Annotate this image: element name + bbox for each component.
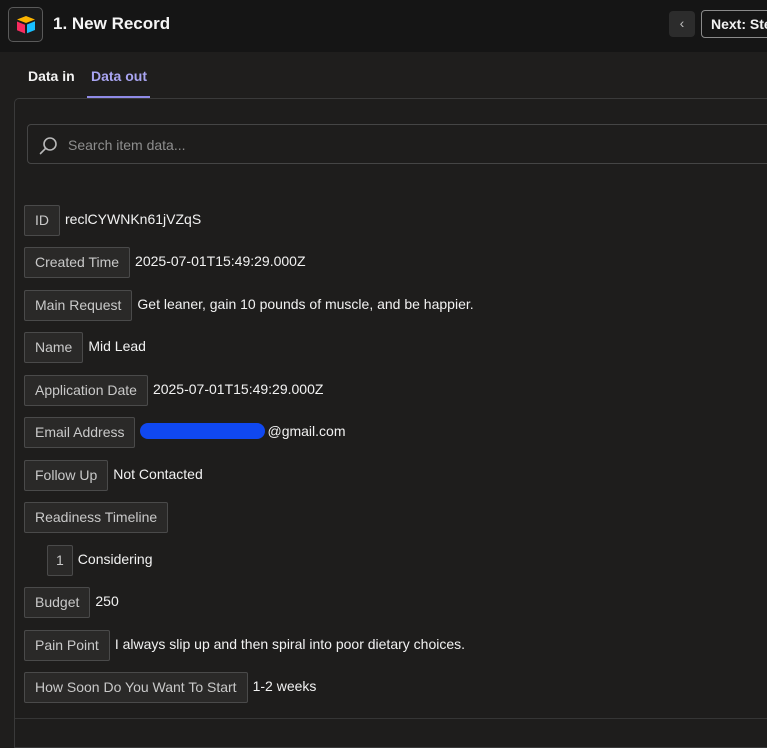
field-key[interactable]: Main Request [24, 290, 133, 321]
redaction-mark [140, 423, 266, 439]
field-row-application-date: Application Date 2025-07-01T15:49:29.000Z [24, 375, 323, 406]
field-value: 1-2 weeks [252, 678, 317, 694]
field-value: Mid Lead [88, 338, 146, 354]
field-key[interactable]: Application Date [24, 375, 148, 406]
email-domain: @gmail.com [267, 423, 346, 439]
field-key[interactable]: Email Address [24, 417, 136, 448]
field-key[interactable]: How Soon Do You Want To Start [24, 672, 248, 703]
field-row-id: ID reclCYWNKn61jVZqS [24, 205, 201, 236]
field-value: 250 [95, 593, 119, 609]
airtable-logo-icon [8, 7, 43, 42]
field-row-email-address: Email Address @gmail.com [24, 417, 346, 448]
field-value: reclCYWNKn61jVZqS [65, 211, 202, 227]
field-row-follow-up: Follow Up Not Contacted [24, 460, 203, 491]
next-step-button[interactable]: Next: Ste [701, 10, 767, 38]
field-value: 2025-07-01T15:49:29.000Z [135, 253, 306, 269]
field-key[interactable]: Readiness Timeline [24, 502, 169, 533]
field-row-created-time: Created Time 2025-07-01T15:49:29.000Z [24, 247, 306, 278]
field-row-budget: Budget 250 [24, 587, 119, 618]
field-key[interactable]: Created Time [24, 247, 131, 278]
page-title: 1. New Record [53, 14, 171, 33]
field-value: 2025-07-01T15:49:29.000Z [152, 381, 324, 397]
field-row-main-request: Main Request Get leaner, gain 10 pounds o… [24, 290, 474, 321]
field-key[interactable]: Name [24, 332, 84, 363]
array-index[interactable]: 1 [47, 545, 73, 576]
field-key[interactable]: Follow Up [24, 460, 109, 491]
tab-bar: Data in Data out [0, 52, 767, 98]
field-row-pain-point: Pain Point I always slip up and then spir… [24, 630, 465, 661]
chevron-left-icon[interactable]: ‹ [669, 11, 695, 37]
field-row-start-timing: How Soon Do You Want To Start 1-2 weeks [24, 672, 316, 703]
field-value: I always slip up and then spiral into po… [114, 636, 466, 652]
tab-data-in[interactable]: Data in [28, 68, 75, 84]
search-field[interactable]: Search item data... [27, 124, 767, 164]
field-key[interactable]: Pain Point [24, 630, 110, 661]
search-icon [39, 137, 57, 155]
field-row-readiness-item: 1 Considering [47, 545, 153, 576]
header-bar: 1. New Record ‹ Next: Ste [0, 0, 767, 52]
search-input[interactable]: Search item data... [68, 137, 186, 153]
field-value: Considering [77, 551, 153, 567]
field-value: Not Contacted [113, 466, 203, 482]
field-key[interactable]: ID [24, 205, 60, 236]
field-row-readiness-timeline: Readiness Timeline [24, 502, 169, 533]
field-value: @gmail.com [140, 417, 346, 448]
field-value: Get leaner, gain 10 pounds of muscle, an… [137, 296, 474, 312]
tab-data-out[interactable]: Data out [91, 68, 147, 84]
divider [15, 718, 767, 719]
field-key[interactable]: Budget [24, 587, 91, 618]
field-row-name: Name Mid Lead [24, 332, 146, 363]
